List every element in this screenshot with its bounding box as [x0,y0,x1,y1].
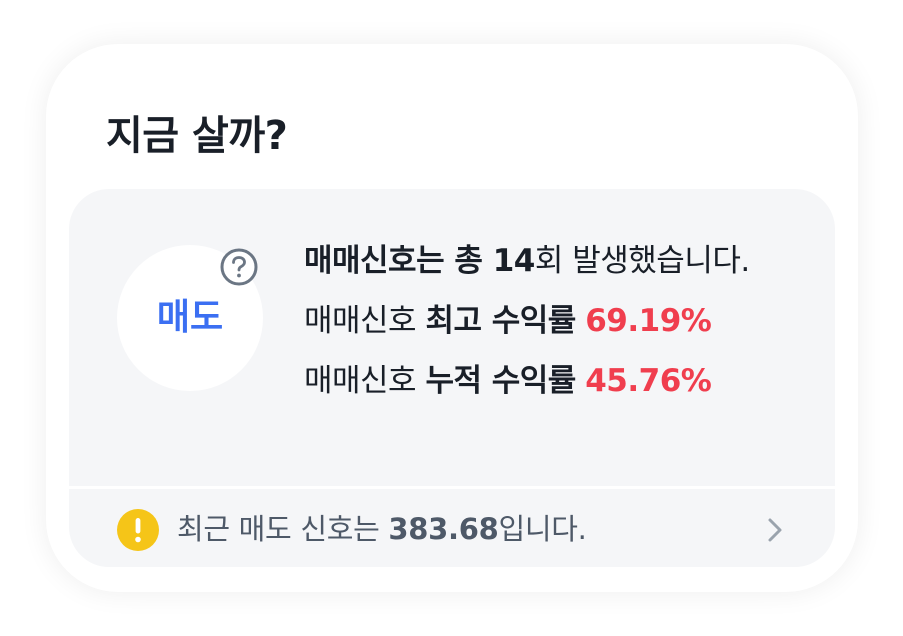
signal-panel: 매도 매매신호는 총 14회 발생했습니다. 매매신호 최고 수익률 69.19… [69,189,835,567]
max-return-label: 최고 수익률 [425,303,576,339]
cumulative-return-value: 45.76% [585,363,712,399]
cumulative-return-prefix: 매매신호 [304,363,426,399]
recent-signal-prefix: 최근 매도 신호는 [177,512,389,546]
signal-card: 지금 살까? 매도 매매신호는 총 14회 발생했습니다. 매매신호 최고 수익… [46,44,858,592]
cumulative-return-label: 누적 수익률 [425,363,576,399]
recent-signal-price: 383.68 [388,512,499,546]
recent-signal-text: 최근 매도 신호는 383.68입니다. [177,509,587,549]
card-title: 지금 살까? [106,113,288,159]
max-return-text: 매매신호 최고 수익률 69.19% [304,301,712,341]
chevron-right-icon[interactable] [765,515,785,545]
max-return-prefix: 매매신호 [304,303,426,339]
cumulative-return-text: 매매신호 누적 수익률 45.76% [304,361,712,401]
recent-signal-suffix: 입니다. [498,512,587,546]
signal-count-bold: 매매신호는 총 14 [304,243,535,279]
recent-signal-row[interactable]: 최근 매도 신호는 383.68입니다. [69,489,835,567]
signal-count-text: 매매신호는 총 14회 발생했습니다. [304,241,750,281]
question-circle-icon[interactable] [219,247,259,287]
max-return-value: 69.19% [585,303,712,339]
signal-count-rest: 회 발생했습니다. [534,243,750,279]
warning-icon [117,509,159,551]
